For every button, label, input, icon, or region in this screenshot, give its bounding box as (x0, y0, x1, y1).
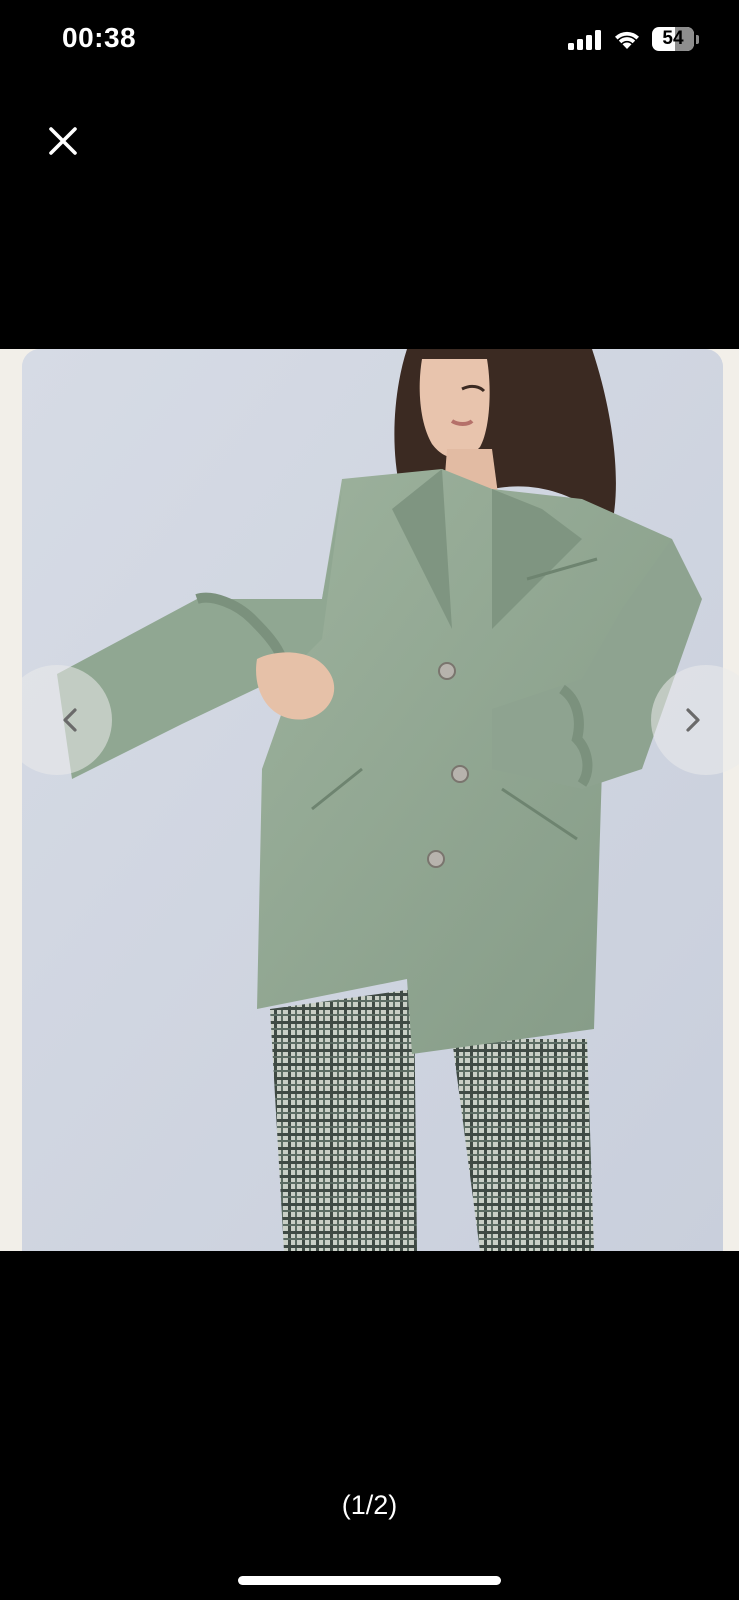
page-counter: (1/2) (341, 1490, 398, 1520)
battery-icon: 54 (652, 27, 700, 53)
home-indicator[interactable] (238, 1576, 501, 1585)
image-stage (0, 349, 739, 1251)
battery-cap (696, 35, 699, 44)
chevron-left-icon (63, 708, 77, 732)
battery-body: 54 (652, 27, 694, 51)
signal-icon (568, 30, 601, 50)
status-bar: 00:38 54 (0, 0, 739, 80)
close-icon (49, 127, 77, 155)
battery-level: 54 (662, 28, 684, 49)
product-photo-illustration (22, 349, 723, 1251)
close-button[interactable] (40, 118, 86, 164)
chevron-right-icon (686, 708, 700, 732)
image-viewer-screen: 00:38 54 (1/2) (0, 0, 739, 1600)
product-photo[interactable] (22, 349, 723, 1251)
wifi-icon (615, 31, 639, 49)
status-time: 00:38 (62, 22, 137, 53)
